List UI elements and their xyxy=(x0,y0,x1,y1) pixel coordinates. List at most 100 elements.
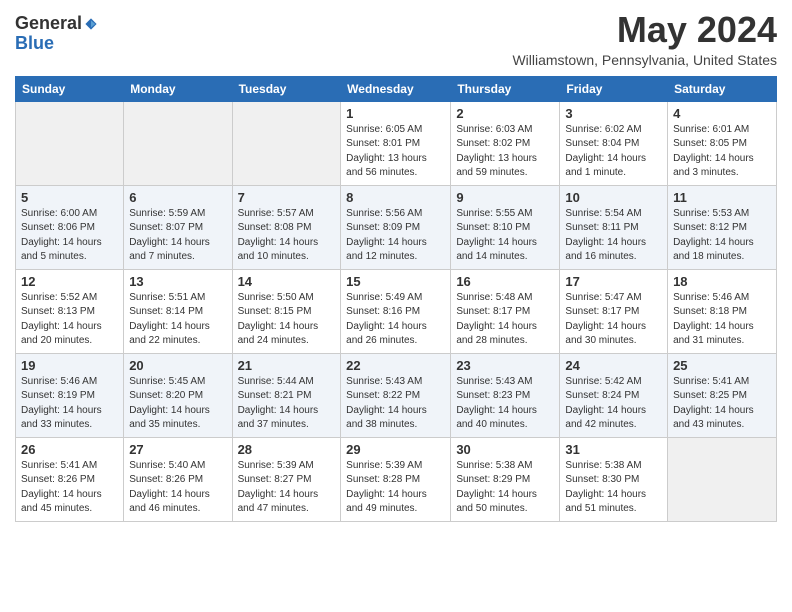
weekday-header-wednesday: Wednesday xyxy=(341,76,451,101)
day-number: 10 xyxy=(565,190,662,205)
calendar-cell xyxy=(232,101,341,185)
weekday-header-sunday: Sunday xyxy=(16,76,124,101)
day-detail: Sunrise: 5:52 AMSunset: 8:13 PMDaylight:… xyxy=(21,291,118,349)
calendar-cell: 10 Sunrise: 5:54 AMSunset: 8:11 PMDayligh… xyxy=(560,185,668,269)
day-number: 7 xyxy=(238,190,336,205)
day-detail: Sunrise: 5:40 AMSunset: 8:26 PMDaylight:… xyxy=(129,459,226,517)
calendar-cell: 29Sunrise: 5:39 AMSunset: 8:28 PMDayligh… xyxy=(341,437,451,521)
day-detail: Sunrise: 6:05 AMSunset: 8:01 PMDaylight:… xyxy=(346,123,445,181)
day-detail: Sunrise: 5:50 AMSunset: 8:15 PMDaylight:… xyxy=(238,291,336,349)
day-number: 30 xyxy=(456,442,554,457)
day-detail: Sunrise: 5:43 AMSunset: 8:23 PMDaylight:… xyxy=(456,375,554,433)
day-number: 9 xyxy=(456,190,554,205)
day-number: 6 xyxy=(129,190,226,205)
calendar-cell: 31 Sunrise: 5:38 AMSunset: 8:30 PMDayligh… xyxy=(560,437,668,521)
calendar-week-row: 19 Sunrise: 5:46 AMSunset: 8:19 PMDayligh… xyxy=(16,353,777,437)
day-detail: Sunrise: 5:39 AMSunset: 8:28 PMDaylight:… xyxy=(346,459,445,517)
day-detail: Sunrise: 5:59 AMSunset: 8:07 PMDaylight:… xyxy=(129,207,226,265)
day-number: 4 xyxy=(673,106,771,121)
calendar-cell: 20Sunrise: 5:45 AMSunset: 8:20 PMDayligh… xyxy=(124,353,232,437)
calendar-cell: 18 Sunrise: 5:46 AMSunset: 8:18 PMDayligh… xyxy=(668,269,777,353)
day-detail: Sunrise: 5:55 AMSunset: 8:10 PMDaylight:… xyxy=(456,207,554,265)
calendar-cell: 12 Sunrise: 5:52 AMSunset: 8:13 PMDayligh… xyxy=(16,269,124,353)
day-detail: Sunrise: 5:38 AMSunset: 8:30 PMDaylight:… xyxy=(565,459,662,517)
calendar-cell xyxy=(16,101,124,185)
calendar-cell: 5 Sunrise: 6:00 AMSunset: 8:06 PMDaylight… xyxy=(16,185,124,269)
calendar-cell: 14 Sunrise: 5:50 AMSunset: 8:15 PMDayligh… xyxy=(232,269,341,353)
calendar-week-row: 1 Sunrise: 6:05 AMSunset: 8:01 PMDaylight… xyxy=(16,101,777,185)
day-detail: Sunrise: 5:48 AMSunset: 8:17 PMDaylight:… xyxy=(456,291,554,349)
calendar-cell: 15 Sunrise: 5:49 AMSunset: 8:16 PMDayligh… xyxy=(341,269,451,353)
calendar-cell: 4 Sunrise: 6:01 AMSunset: 8:05 PMDaylight… xyxy=(668,101,777,185)
calendar-cell: 28Sunrise: 5:39 AMSunset: 8:27 PMDayligh… xyxy=(232,437,341,521)
calendar-week-row: 26Sunrise: 5:41 AMSunset: 8:26 PMDayligh… xyxy=(16,437,777,521)
calendar-cell: 21Sunrise: 5:44 AMSunset: 8:21 PMDayligh… xyxy=(232,353,341,437)
day-detail: Sunrise: 5:57 AMSunset: 8:08 PMDaylight:… xyxy=(238,207,336,265)
day-number: 17 xyxy=(565,274,662,289)
page-header: General Blue May 2024 Williamstown, Penn… xyxy=(15,10,777,68)
day-detail: Sunrise: 5:41 AMSunset: 8:25 PMDaylight:… xyxy=(673,375,771,433)
day-detail: Sunrise: 5:46 AMSunset: 8:18 PMDaylight:… xyxy=(673,291,771,349)
day-number: 15 xyxy=(346,274,445,289)
month-title: May 2024 xyxy=(512,10,777,50)
day-number: 12 xyxy=(21,274,118,289)
day-detail: Sunrise: 5:46 AMSunset: 8:19 PMDaylight:… xyxy=(21,375,118,433)
weekday-header-monday: Monday xyxy=(124,76,232,101)
day-detail: Sunrise: 5:43 AMSunset: 8:22 PMDaylight:… xyxy=(346,375,445,433)
day-detail: Sunrise: 5:54 AMSunset: 8:11 PMDaylight:… xyxy=(565,207,662,265)
logo-icon xyxy=(84,17,98,31)
day-detail: Sunrise: 5:47 AMSunset: 8:17 PMDaylight:… xyxy=(565,291,662,349)
calendar-cell: 25 Sunrise: 5:41 AMSunset: 8:25 PMDayligh… xyxy=(668,353,777,437)
day-number: 22 xyxy=(346,358,445,373)
weekday-header-friday: Friday xyxy=(560,76,668,101)
day-number: 8 xyxy=(346,190,445,205)
calendar-week-row: 5 Sunrise: 6:00 AMSunset: 8:06 PMDaylight… xyxy=(16,185,777,269)
day-number: 26 xyxy=(21,442,118,457)
day-number: 23 xyxy=(456,358,554,373)
calendar-cell: 16Sunrise: 5:48 AMSunset: 8:17 PMDayligh… xyxy=(451,269,560,353)
calendar-cell: 9 Sunrise: 5:55 AMSunset: 8:10 PMDaylight… xyxy=(451,185,560,269)
logo-general-text: General xyxy=(15,14,82,34)
weekday-header-saturday: Saturday xyxy=(668,76,777,101)
day-detail: Sunrise: 6:02 AMSunset: 8:04 PMDaylight:… xyxy=(565,123,662,181)
day-detail: Sunrise: 6:01 AMSunset: 8:05 PMDaylight:… xyxy=(673,123,771,181)
day-number: 31 xyxy=(565,442,662,457)
location-text: Williamstown, Pennsylvania, United State… xyxy=(512,52,777,68)
calendar-cell: 11 Sunrise: 5:53 AMSunset: 8:12 PMDayligh… xyxy=(668,185,777,269)
day-detail: Sunrise: 6:00 AMSunset: 8:06 PMDaylight:… xyxy=(21,207,118,265)
day-number: 1 xyxy=(346,106,445,121)
title-block: May 2024 Williamstown, Pennsylvania, Uni… xyxy=(512,10,777,68)
day-number: 19 xyxy=(21,358,118,373)
calendar-cell: 13 Sunrise: 5:51 AMSunset: 8:14 PMDayligh… xyxy=(124,269,232,353)
calendar-cell: 7 Sunrise: 5:57 AMSunset: 8:08 PMDaylight… xyxy=(232,185,341,269)
day-detail: Sunrise: 5:53 AMSunset: 8:12 PMDaylight:… xyxy=(673,207,771,265)
calendar-cell: 23 Sunrise: 5:43 AMSunset: 8:23 PMDayligh… xyxy=(451,353,560,437)
day-detail: Sunrise: 5:51 AMSunset: 8:14 PMDaylight:… xyxy=(129,291,226,349)
logo-blue-text: Blue xyxy=(15,34,54,54)
weekday-header-row: SundayMondayTuesdayWednesdayThursdayFrid… xyxy=(16,76,777,101)
day-number: 21 xyxy=(238,358,336,373)
day-number: 20 xyxy=(129,358,226,373)
day-number: 24 xyxy=(565,358,662,373)
day-number: 11 xyxy=(673,190,771,205)
calendar-cell: 2 Sunrise: 6:03 AMSunset: 8:02 PMDaylight… xyxy=(451,101,560,185)
calendar-cell: 30Sunrise: 5:38 AMSunset: 8:29 PMDayligh… xyxy=(451,437,560,521)
weekday-header-thursday: Thursday xyxy=(451,76,560,101)
calendar-week-row: 12 Sunrise: 5:52 AMSunset: 8:13 PMDayligh… xyxy=(16,269,777,353)
day-detail: Sunrise: 5:56 AMSunset: 8:09 PMDaylight:… xyxy=(346,207,445,265)
logo: General Blue xyxy=(15,10,98,54)
day-number: 13 xyxy=(129,274,226,289)
calendar-table: SundayMondayTuesdayWednesdayThursdayFrid… xyxy=(15,76,777,522)
day-detail: Sunrise: 5:49 AMSunset: 8:16 PMDaylight:… xyxy=(346,291,445,349)
calendar-cell: 26Sunrise: 5:41 AMSunset: 8:26 PMDayligh… xyxy=(16,437,124,521)
day-number: 14 xyxy=(238,274,336,289)
calendar-cell: 17 Sunrise: 5:47 AMSunset: 8:17 PMDayligh… xyxy=(560,269,668,353)
day-detail: Sunrise: 6:03 AMSunset: 8:02 PMDaylight:… xyxy=(456,123,554,181)
day-number: 2 xyxy=(456,106,554,121)
calendar-cell xyxy=(124,101,232,185)
day-number: 25 xyxy=(673,358,771,373)
day-number: 18 xyxy=(673,274,771,289)
calendar-cell: 6 Sunrise: 5:59 AMSunset: 8:07 PMDaylight… xyxy=(124,185,232,269)
day-detail: Sunrise: 5:39 AMSunset: 8:27 PMDaylight:… xyxy=(238,459,336,517)
day-number: 5 xyxy=(21,190,118,205)
